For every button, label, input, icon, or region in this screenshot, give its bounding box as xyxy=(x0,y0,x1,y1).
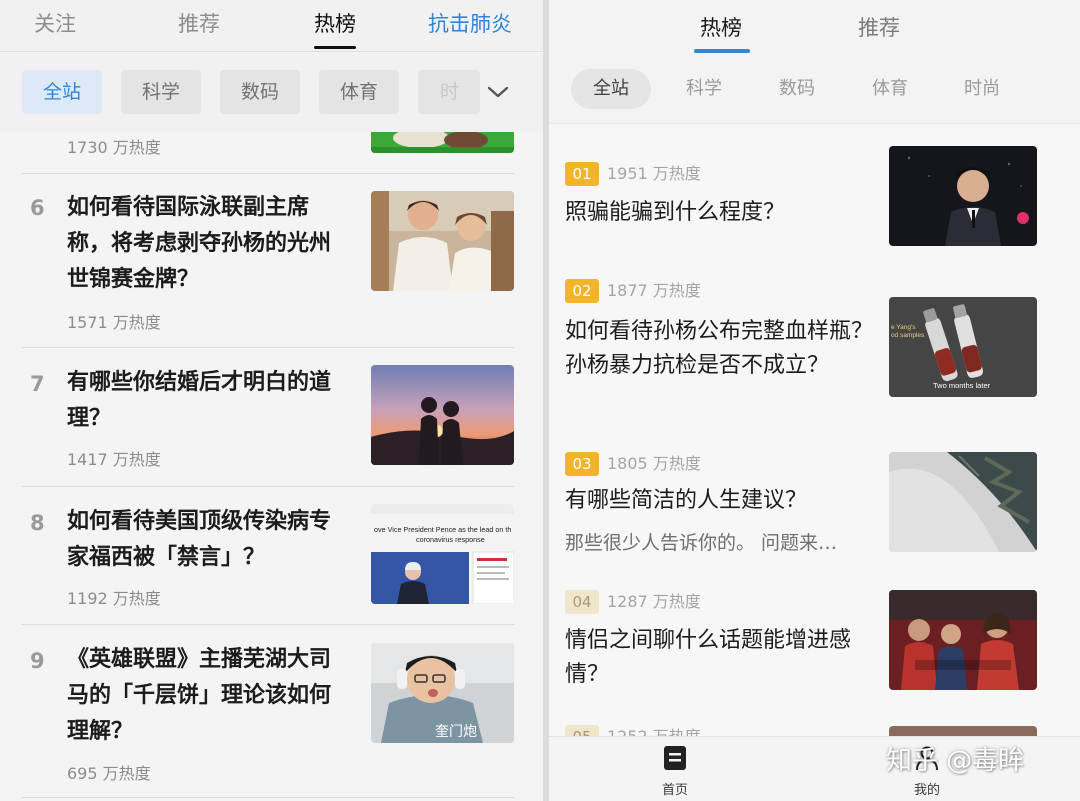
thumbnail-image: ove Vice President Pence as the lead on … xyxy=(371,504,514,604)
category-digital[interactable]: 数码 xyxy=(220,70,300,114)
tab-recommend[interactable]: 推荐 xyxy=(178,8,220,38)
heat-count: 695 万热度 xyxy=(67,764,151,783)
list-item[interactable]: 9 《英雄联盟》主播芜湖大司马的「千层饼」理论该如何理解？ 695 万热度 奎门… xyxy=(22,625,514,798)
thumb-caption-line1: e Yang's xyxy=(891,324,916,331)
category-digital[interactable]: 数码 xyxy=(779,69,815,109)
nav-me-label: 我的 xyxy=(913,783,940,798)
top-tab-bar: 关注 推荐 热榜 抗击肺炎 xyxy=(0,0,543,52)
list-item-partial[interactable]: 1730 万热度 xyxy=(22,132,514,174)
thumb-headline: ove Vice President Pence as the lead on … xyxy=(374,525,511,534)
rank-badge: 02 xyxy=(565,279,599,303)
rank-badge: 04 xyxy=(565,590,599,614)
rank-number: 9 xyxy=(30,649,45,673)
list-item[interactable]: 8 如何看待美国顶级传染病专家福西被「禁言」？ 1192 万热度 ove Vic… xyxy=(22,487,514,625)
tab-recommend[interactable]: 推荐 xyxy=(858,12,900,42)
active-tab-indicator xyxy=(694,49,750,53)
heat-count: 1417 万热度 xyxy=(67,450,161,469)
thumb-caption: 奎门炮 xyxy=(435,724,477,740)
question-title[interactable]: 情侣之间聊什么话题能增进感情？ xyxy=(565,624,877,692)
chevron-down-icon[interactable] xyxy=(486,82,510,102)
home-feed-icon xyxy=(664,746,686,770)
list-item[interactable]: 01 1951 万热度 照骗能骗到什么程度？ xyxy=(549,146,1080,256)
thumbnail-image xyxy=(371,191,514,291)
rank-number: 8 xyxy=(30,511,45,535)
active-tab-indicator xyxy=(314,46,356,49)
heat-count: 1730 万热度 xyxy=(67,138,161,157)
tab-hot-list[interactable]: 热榜 xyxy=(700,12,742,42)
heat-count: 1877 万热度 xyxy=(607,281,701,300)
heat-count: 1951 万热度 xyxy=(607,164,701,183)
question-title[interactable]: 照骗能骗到什么程度？ xyxy=(565,196,877,230)
category-sports[interactable]: 体育 xyxy=(319,70,399,114)
question-title[interactable]: 有哪些你结婚后才明白的道理？ xyxy=(67,365,342,437)
thumbnail-image: 奎门炮 xyxy=(371,643,514,743)
thumbnail-image xyxy=(371,365,514,465)
category-science[interactable]: 科学 xyxy=(121,70,201,114)
category-bar: 全站 科学 数码 体育 时尚 xyxy=(549,56,1080,124)
thumbnail-image xyxy=(889,146,1037,246)
heat-count: 1287 万热度 xyxy=(607,592,701,611)
rank-number: 7 xyxy=(30,372,45,396)
list-item[interactable]: 03 1805 万热度 有哪些简洁的人生建议？ 那些很少人告诉你的。 问题来… xyxy=(549,452,1080,572)
thumbnail-image xyxy=(889,452,1037,552)
thumbnail-image: e Yang's od samples Two months later xyxy=(889,297,1037,397)
category-bar: 全站 科学 数码 体育 时 xyxy=(0,52,543,132)
question-title[interactable]: 如何看待国际泳联副主席称，将考虑剥夺孙杨的光州世锦赛金牌？ xyxy=(67,190,342,298)
category-science[interactable]: 科学 xyxy=(686,69,722,109)
tab-fight-pneumonia[interactable]: 抗击肺炎 xyxy=(428,8,512,38)
list-item[interactable]: 7 有哪些你结婚后才明白的道理？ 1417 万热度 xyxy=(22,348,514,487)
left-screenshot: 关注 推荐 热榜 抗击肺炎 全站 科学 数码 体育 时 1730 万热度 6 如… xyxy=(0,0,543,801)
list-item[interactable]: 6 如何看待国际泳联副主席称，将考虑剥夺孙杨的光州世锦赛金牌？ 1571 万热度 xyxy=(22,174,514,348)
question-title[interactable]: 有哪些简洁的人生建议？ xyxy=(565,484,877,518)
answer-excerpt[interactable]: 那些很少人告诉你的。 问题来… xyxy=(565,528,875,555)
heat-count: 1805 万热度 xyxy=(607,454,701,473)
tab-follow[interactable]: 关注 xyxy=(34,8,76,38)
top-tab-bar: 热榜 推荐 xyxy=(549,0,1080,56)
rank-number: 6 xyxy=(30,196,45,220)
rank-badge: 01 xyxy=(565,162,599,186)
thumbnail-image xyxy=(371,132,514,153)
thumb-subheadline: coronavirus response xyxy=(416,535,485,544)
rank-badge: 03 xyxy=(565,452,599,476)
nav-home-label: 首页 xyxy=(661,783,688,798)
list-item[interactable]: 04 1287 万热度 情侣之间聊什么话题能增进感情？ xyxy=(549,590,1080,700)
heat-count: 1192 万热度 xyxy=(67,589,161,608)
category-sports[interactable]: 体育 xyxy=(872,69,908,109)
list-item[interactable]: 02 1877 万热度 如何看待孙杨公布完整血样瓶？孙杨暴力抗检是否不成立？ e… xyxy=(549,279,1080,419)
category-fashion-partial[interactable]: 时 xyxy=(418,70,480,114)
question-title[interactable]: 如何看待孙杨公布完整血样瓶？孙杨暴力抗检是否不成立？ xyxy=(565,315,877,383)
nav-home[interactable]: 首页 xyxy=(645,745,705,798)
category-fashion[interactable]: 时尚 xyxy=(964,69,1000,109)
category-all[interactable]: 全站 xyxy=(571,69,651,109)
thumb-caption-line2: od samples xyxy=(891,332,925,339)
category-all[interactable]: 全站 xyxy=(22,70,102,114)
heat-count: 1571 万热度 xyxy=(67,313,161,332)
question-title[interactable]: 如何看待美国顶级传染病专家福西被「禁言」？ xyxy=(67,504,342,576)
right-screenshot: 热榜 推荐 全站 科学 数码 体育 时尚 01 1951 万热度 照骗能骗到什么… xyxy=(549,0,1080,801)
thumbnail-image xyxy=(889,590,1037,690)
thumb-caption-line3: Two months later xyxy=(933,381,991,390)
tab-hot-list[interactable]: 热榜 xyxy=(314,8,356,38)
watermark: 知乎 @毒眸 xyxy=(886,746,1025,776)
question-title[interactable]: 《英雄联盟》主播芜湖大司马的「千层饼」理论该如何理解？ xyxy=(67,642,342,750)
